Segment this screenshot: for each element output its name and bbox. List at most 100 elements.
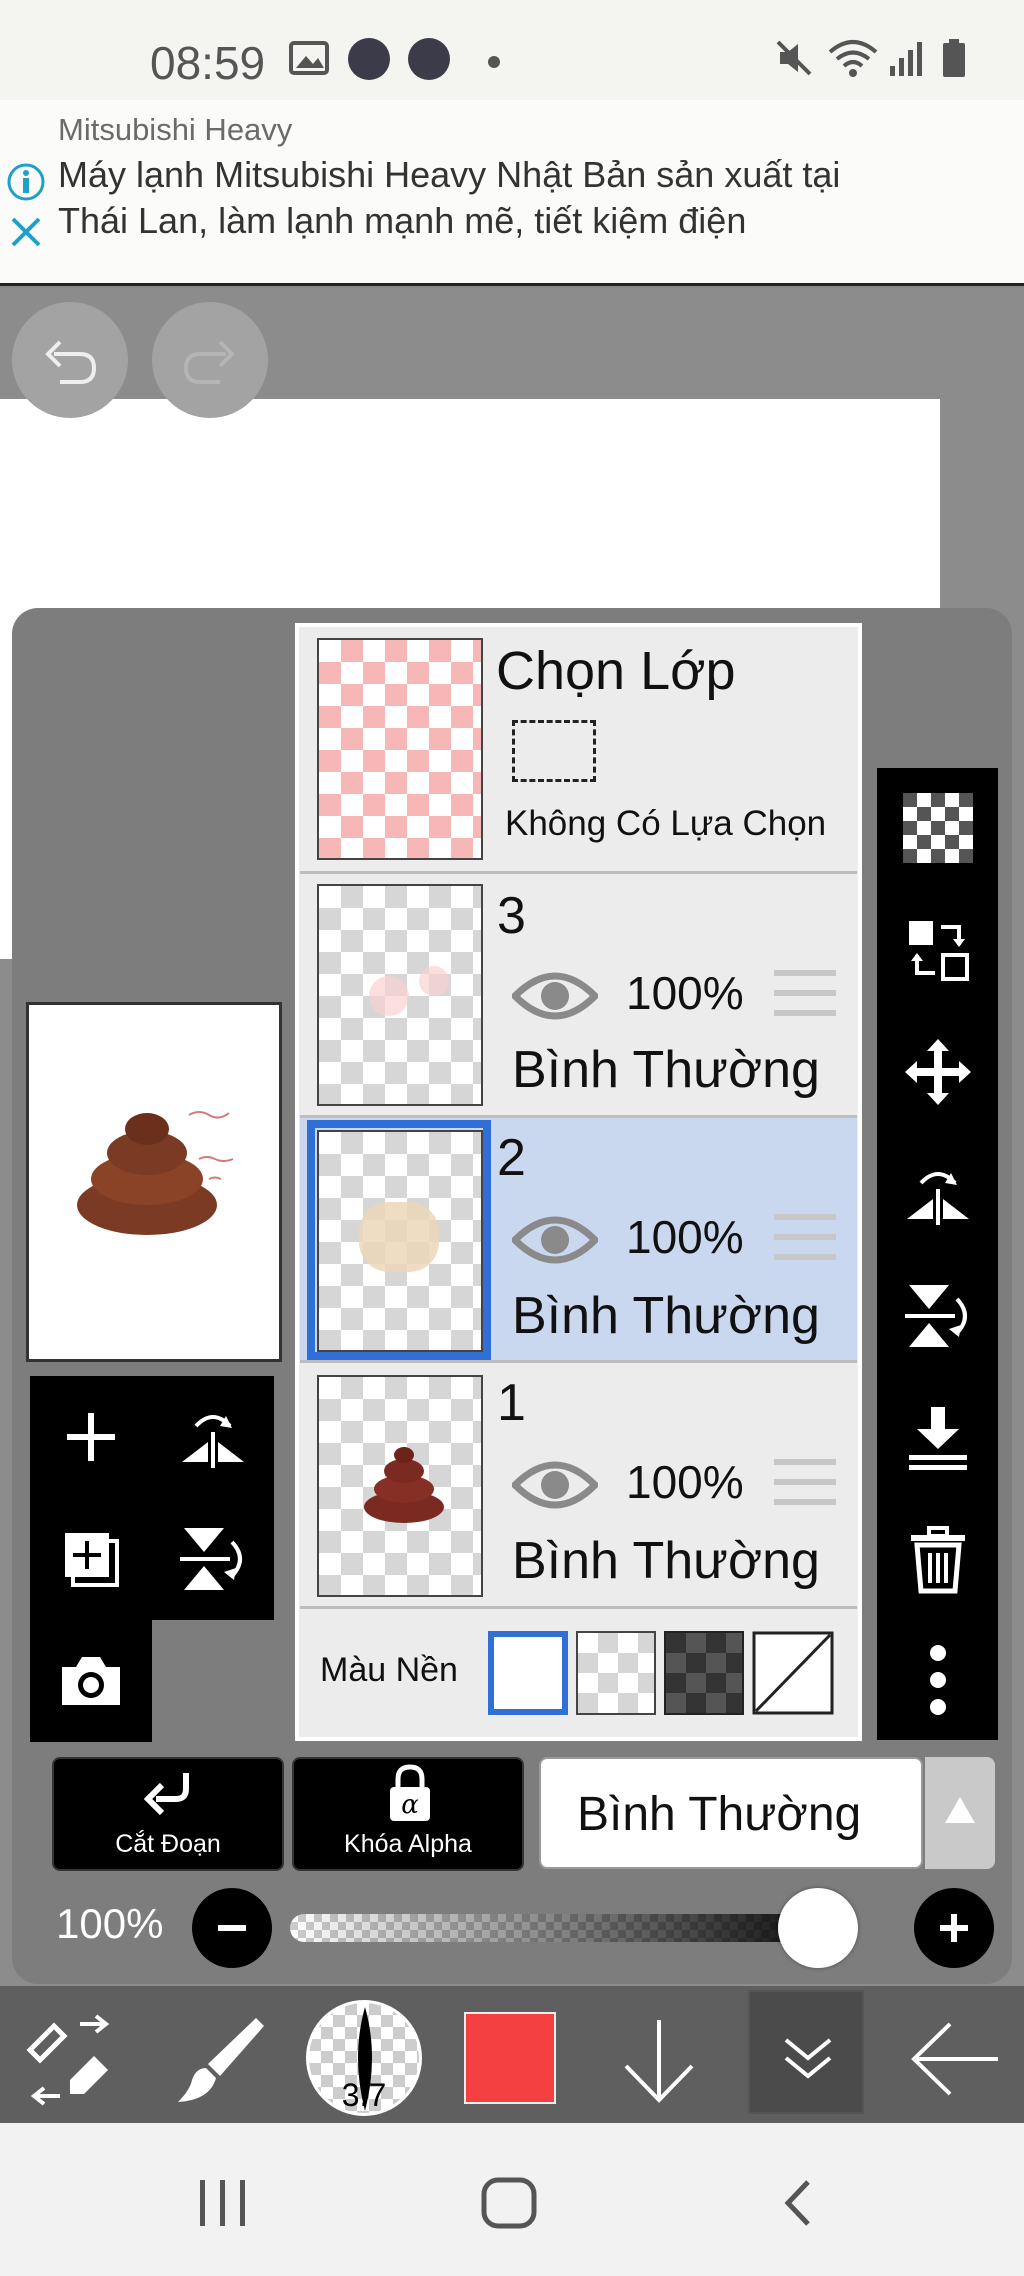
battery-icon — [943, 39, 965, 77]
duplicate-layer-button[interactable] — [30, 1498, 152, 1620]
layers-toggle-button[interactable] — [748, 1990, 864, 2114]
trash-icon — [910, 1526, 965, 1594]
caret-up-icon — [945, 1797, 975, 1823]
alpha-lock-button[interactable]: α Khóa Alpha — [292, 1757, 524, 1871]
drag-handle-icon[interactable] — [774, 970, 836, 1016]
layer-down-button[interactable] — [614, 2010, 704, 2110]
blend-mode-dropdown-button[interactable] — [925, 1757, 995, 1869]
add-layer-button[interactable] — [30, 1376, 152, 1498]
selection-layer-title: Chọn Lớp — [496, 641, 736, 701]
layer-row-2[interactable]: 2 100% Bình Thường — [300, 1118, 857, 1363]
system-back-icon[interactable] — [780, 2178, 814, 2228]
avatar-notification-icon — [408, 38, 450, 80]
brush-tool-button[interactable] — [170, 2010, 270, 2110]
status-clock: 08:59 — [150, 37, 266, 89]
opacity-increase-button[interactable] — [914, 1888, 994, 1968]
layer-opacity: 100% — [626, 1456, 744, 1508]
brush-size-button[interactable]: 3.7 — [306, 2000, 422, 2116]
ad-source: Mitsubishi Heavy — [58, 112, 293, 147]
avatar-notification-icon — [348, 38, 390, 80]
ad-text-line-1[interactable]: Máy lạnh Mitsubishi Heavy Nhật Bản sản x… — [58, 154, 840, 196]
flip-vertical-icon — [180, 1528, 242, 1590]
recent-apps-icon[interactable] — [196, 2178, 250, 2228]
background-label: Màu Nền — [320, 1651, 458, 1689]
tool-switch-button[interactable] — [20, 2010, 120, 2110]
color-picker-button[interactable] — [464, 2012, 556, 2104]
flip-horizontal-button[interactable] — [877, 1144, 998, 1244]
arrow-down-icon — [624, 2020, 694, 2103]
eye-icon[interactable] — [512, 1210, 598, 1270]
layer-thumbnail — [317, 1375, 483, 1597]
home-icon[interactable] — [480, 2176, 538, 2230]
background-color-row: Màu Nền — [300, 1609, 857, 1737]
status-bar: 08:59 — [0, 0, 1024, 100]
undo-icon — [45, 340, 97, 384]
flip-layer-vertical-button[interactable] — [152, 1498, 274, 1620]
undo-button[interactable] — [12, 302, 128, 418]
duplicate-icon — [65, 1533, 119, 1587]
clip-button[interactable]: Cắt Đoạn — [52, 1757, 284, 1871]
opacity-slider-track[interactable] — [290, 1914, 850, 1942]
double-chevron-down-icon — [784, 2038, 832, 2079]
flip-rotate-icon — [182, 1415, 244, 1468]
layer-opacity: 100% — [626, 967, 744, 1019]
selection-layer-thumbnail — [317, 638, 483, 860]
background-none-option[interactable] — [752, 1631, 834, 1715]
clip-arrow-icon — [143, 1773, 189, 1816]
background-dark-option[interactable] — [664, 1631, 744, 1715]
move-layer-button[interactable] — [877, 1022, 998, 1122]
ad-text-line-2[interactable]: Thái Lan, làm lạnh mạnh mẽ, tiết kiệm đi… — [58, 200, 746, 242]
gallery-notification-icon — [289, 41, 329, 75]
transparency-button[interactable] — [877, 778, 998, 878]
layer-blend-mode: Bình Thường — [512, 1287, 820, 1345]
opacity-slider-thumb[interactable] — [778, 1888, 858, 1968]
blend-mode-select[interactable]: Bình Thường — [539, 1757, 923, 1869]
layer-row-1[interactable]: 1 100% Bình Thường — [300, 1363, 857, 1609]
camera-button[interactable] — [30, 1620, 152, 1742]
layer-row-3[interactable]: 3 100% Bình Thường — [300, 874, 857, 1118]
minus-icon — [218, 1925, 246, 1931]
eye-icon[interactable] — [512, 1455, 598, 1515]
rotate-layer-button[interactable] — [152, 1376, 274, 1498]
layer-thumbnail — [317, 884, 483, 1106]
more-vertical-icon — [929, 1645, 946, 1715]
lock-icon: α — [390, 1764, 430, 1821]
more-notifications-dot-icon — [488, 56, 500, 68]
swap-layer-button[interactable] — [877, 900, 998, 1000]
checker-icon — [902, 793, 973, 863]
flip-vertical-icon — [904, 1285, 967, 1347]
background-white-option[interactable] — [488, 1631, 568, 1715]
plus-icon — [67, 1413, 115, 1461]
canvas-preview[interactable] — [26, 1002, 282, 1362]
transform-eraser-icon — [26, 2014, 110, 2106]
layer-number: 3 — [497, 887, 526, 945]
merge-down-icon — [908, 1407, 967, 1470]
move-icon — [904, 1039, 971, 1105]
opacity-value: 100% — [56, 1900, 164, 1947]
flip-vertical-button[interactable] — [877, 1266, 998, 1366]
svg-text:α: α — [401, 1790, 419, 1820]
drag-handle-icon[interactable] — [774, 1214, 836, 1260]
back-button[interactable] — [904, 2014, 1004, 2104]
delete-layer-button[interactable] — [877, 1510, 998, 1610]
flip-horizontal-icon — [906, 1172, 969, 1225]
ad-close-icon[interactable] — [8, 214, 44, 250]
alpha-lock-label: Khóa Alpha — [344, 1830, 472, 1858]
selection-layer-row[interactable]: Chọn Lớp Không Có Lựa Chọn — [300, 628, 857, 874]
opacity-decrease-button[interactable] — [192, 1888, 272, 1968]
layer-opacity: 100% — [626, 1211, 744, 1263]
wifi-icon — [828, 40, 878, 77]
merge-down-button[interactable] — [877, 1388, 998, 1488]
more-options-button[interactable] — [877, 1630, 998, 1730]
brush-icon — [178, 2018, 264, 2102]
eye-icon[interactable] — [512, 966, 598, 1026]
clip-label: Cắt Đoạn — [115, 1830, 221, 1858]
ad-info-icon[interactable] — [6, 162, 46, 202]
drag-handle-icon[interactable] — [774, 1459, 836, 1505]
redo-button[interactable] — [152, 302, 268, 418]
layer-blend-mode: Bình Thường — [512, 1041, 820, 1099]
layer-number: 1 — [497, 1374, 526, 1432]
blend-mode-value: Bình Thường — [577, 1788, 862, 1841]
background-transparent-option[interactable] — [576, 1631, 656, 1715]
layer-number: 2 — [497, 1129, 526, 1187]
